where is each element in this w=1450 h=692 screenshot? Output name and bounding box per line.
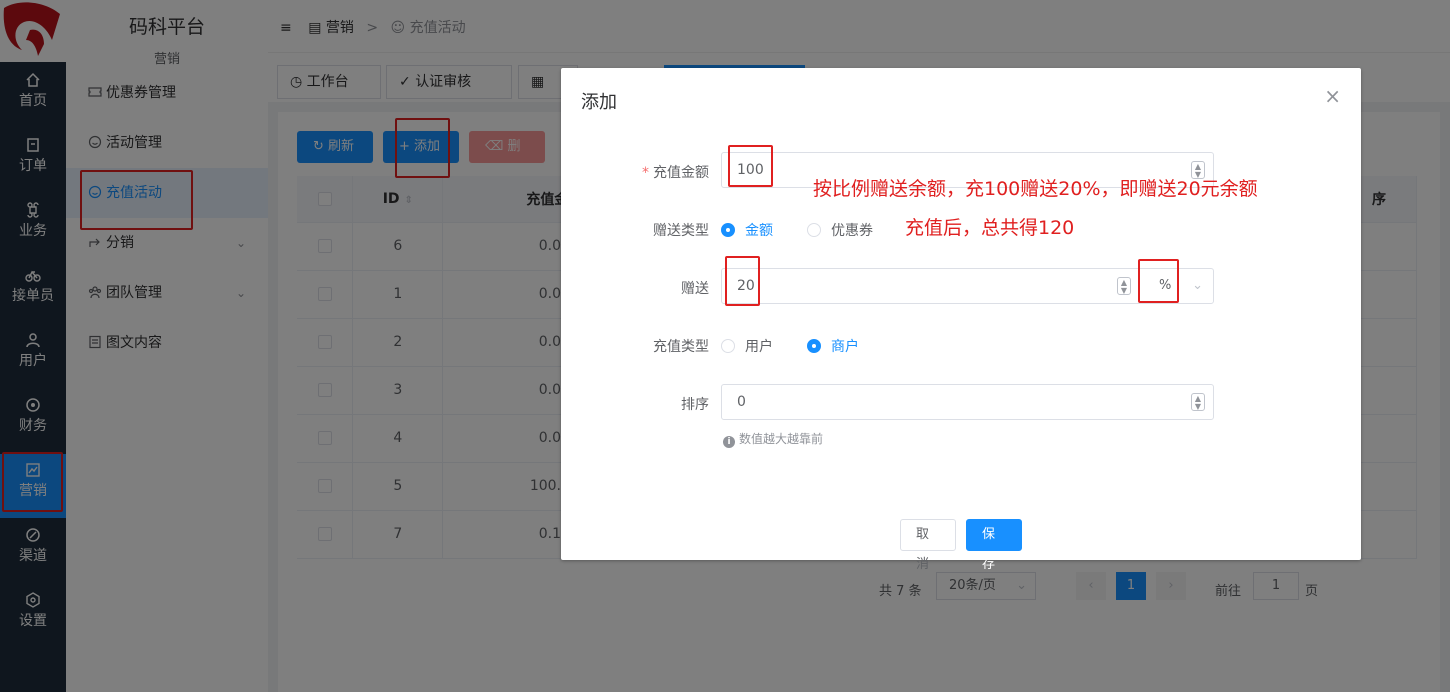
- gift-type-radio-amount[interactable]: 金额: [721, 220, 773, 240]
- gift-label: 赠送: [681, 281, 709, 297]
- amount-label: * 充值金额: [601, 162, 709, 182]
- annotation-box-amount: [728, 145, 773, 187]
- required-mark: *: [642, 165, 649, 181]
- radio-label: 优惠券: [831, 223, 873, 239]
- gift-type-label: 赠送类型: [653, 223, 709, 239]
- annotation-text-total: 充值后，总共得120: [905, 217, 1075, 239]
- radio-label: 金额: [745, 223, 773, 239]
- sort-value: 0: [737, 394, 746, 410]
- chevron-down-icon: ⌄: [1192, 278, 1203, 293]
- radio-label: 商户: [831, 339, 859, 355]
- radio-dot[interactable]: [721, 223, 735, 237]
- dialog-title: 添加: [581, 92, 617, 113]
- radio-dot[interactable]: [807, 339, 821, 353]
- radio-dot[interactable]: [807, 223, 821, 237]
- amount-label-text: 充值金额: [653, 165, 709, 181]
- annotation-box-unit: [1138, 259, 1179, 303]
- recharge-type-radio-user[interactable]: 用户: [721, 336, 773, 356]
- radio-label: 用户: [745, 339, 773, 355]
- annotation-box-gift: [725, 256, 760, 306]
- sort-input[interactable]: 0 ▲ ▼: [721, 384, 1214, 420]
- app-root: 首页 订单 业务 接单员 用户 财务 营销 渠道: [0, 0, 1450, 692]
- annotation-text-ratio: 按比例赠送余额，充100赠送20%，即赠送20元余额: [813, 178, 1258, 200]
- stepper-icon[interactable]: ▲ ▼: [1117, 277, 1131, 295]
- save-button[interactable]: 保存: [966, 519, 1022, 572]
- info-icon: i: [723, 436, 735, 448]
- recharge-type-radio-merchant[interactable]: 商户: [807, 336, 859, 356]
- gift-input[interactable]: 20 ▲ ▼: [721, 268, 1140, 304]
- add-dialog: 添加 × * 充值金额 100 ▲ ▼ 赠送类型 金额 优惠券 赠送 20 ▲ ▼ %…: [561, 68, 1361, 572]
- sort-hint-text: 数值越大越靠前: [739, 432, 824, 446]
- gift-type-radio-coupon[interactable]: 优惠券: [807, 220, 873, 240]
- sort-label: 排序: [681, 397, 709, 413]
- sort-hint: i 数值越大越靠前: [723, 430, 823, 448]
- stepper-icon[interactable]: ▲ ▼: [1191, 393, 1205, 411]
- radio-dot[interactable]: [721, 339, 735, 353]
- close-icon[interactable]: ×: [1324, 86, 1341, 106]
- cancel-button[interactable]: 取消: [900, 519, 956, 572]
- recharge-type-label: 充值类型: [653, 339, 709, 355]
